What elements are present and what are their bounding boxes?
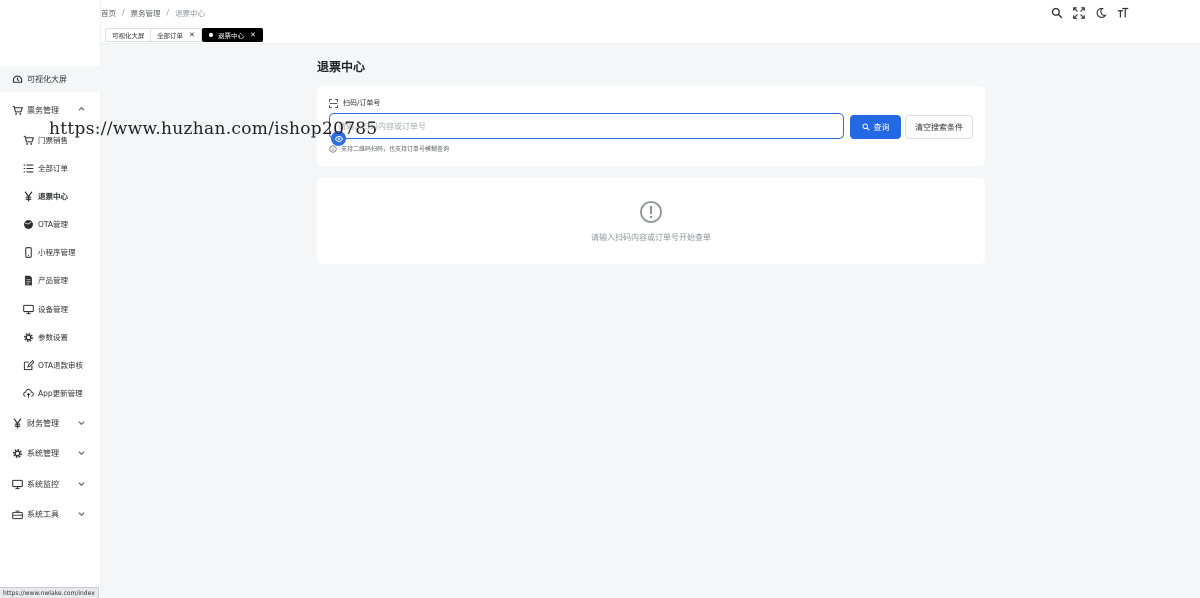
sidebar-item-label: 系统监控 (27, 479, 59, 489)
scan-icon (329, 98, 338, 108)
chevron-down-icon (78, 421, 85, 426)
tab-refund-center[interactable]: 退票中心 ✕ (202, 28, 263, 42)
search-hint: 支持二维码扫码，也支持订单号模糊查询 (329, 144, 449, 153)
sidebar-item-finance[interactable]: 财务管理 (0, 410, 101, 436)
sidebar-item-dashboard[interactable]: 可视化大屏 (0, 66, 101, 92)
active-dot-icon (209, 33, 213, 37)
tags-view: 可视化大屏 全部订单 ✕ 退票中心 ✕ (101, 26, 1200, 44)
chevron-down-icon (78, 512, 85, 517)
chevron-down-icon (78, 482, 85, 487)
breadcrumb-current: 退票中心 (175, 9, 206, 18)
font-size-icon[interactable] (1117, 7, 1129, 19)
top-navbar: 首页 / 票务管理 / 退票中心 (101, 0, 1200, 26)
sidebar-item-label: 产品管理 (38, 275, 68, 285)
tab-all-orders[interactable]: 全部订单 ✕ (150, 28, 202, 42)
sidebar-item-label: 设备管理 (38, 304, 68, 314)
warning-circle-icon (640, 201, 662, 223)
sidebar-item-products[interactable]: 产品管理 (0, 267, 101, 293)
close-icon[interactable]: ✕ (189, 31, 195, 39)
sidebar-item-label: 财务管理 (27, 418, 59, 428)
document-icon (22, 274, 34, 286)
tab-label: 全部订单 (157, 32, 183, 40)
edit-icon (22, 359, 34, 371)
sidebar-item-monitoring[interactable]: 系统监控 (0, 471, 101, 497)
sidebar-item-label: 系统管理 (27, 448, 59, 458)
sidebar-item-refund-center[interactable]: 退票中心 (0, 183, 101, 209)
sidebar-item-label: 可视化大屏 (27, 74, 67, 84)
yen-icon (11, 417, 23, 429)
sidebar-item-tools[interactable]: 系统工具 (0, 501, 101, 527)
tab-label: 可视化大屏 (112, 32, 145, 40)
sidebar-item-system[interactable]: 系统管理 (0, 440, 101, 466)
sidebar-item-label: OTA管理 (38, 219, 69, 229)
watermark-text: https://www.huzhan.com/ishop20785 (49, 119, 378, 139)
empty-state-text: 请输入扫码内容或订单号开始查单 (591, 233, 711, 242)
sidebar-item-label: 系统工具 (27, 509, 59, 519)
page-title: 退票中心 (317, 60, 366, 74)
list-icon (22, 162, 34, 174)
tab-label: 退票中心 (218, 32, 244, 40)
globe-icon (22, 218, 34, 230)
sidebar-item-ota[interactable]: OTA管理 (0, 211, 101, 237)
sidebar-item-miniprogram[interactable]: 小程序管理 (0, 239, 101, 265)
scan-order-input[interactable] (329, 113, 844, 139)
search-icon[interactable] (1051, 7, 1063, 19)
mobile-icon (22, 246, 34, 258)
toolbox-icon (11, 508, 23, 520)
breadcrumb-section[interactable]: 票务管理 (131, 8, 161, 19)
sidebar-item-parameters[interactable]: 参数设置 (0, 324, 101, 350)
sidebar-item-devices[interactable]: 设备管理 (0, 296, 101, 322)
sidebar-item-label: 票务管理 (27, 105, 59, 115)
yen-icon (22, 190, 34, 202)
empty-state-card: 请输入扫码内容或订单号开始查单 (317, 178, 985, 264)
clear-search-button[interactable]: 清空搜索条件 (905, 115, 973, 139)
search-icon (862, 123, 870, 131)
cloud-upload-icon (22, 387, 34, 399)
hint-text: 支持二维码扫码，也支持订单号模糊查询 (341, 146, 450, 153)
query-button-label: 查询 (873, 122, 890, 132)
scan-field-label: 扫码/订单号 (329, 98, 380, 108)
query-button[interactable]: 查询 (850, 115, 901, 139)
sidebar: 可视化大屏 票务管理 门票销售 全部订单 退票中心 OTA管理 小程序管理 产品… (0, 0, 101, 598)
gear-icon (22, 331, 34, 343)
info-icon (329, 144, 337, 153)
breadcrumb-separator: / (122, 8, 125, 17)
cart-icon (22, 134, 34, 146)
cart-icon (11, 104, 23, 116)
dark-mode-icon[interactable] (1095, 7, 1107, 19)
field-label-text: 扫码/订单号 (343, 99, 381, 107)
sidebar-item-label: 退票中心 (38, 191, 68, 201)
sidebar-item-label: 小程序管理 (38, 247, 76, 257)
gear-icon (11, 447, 23, 459)
sidebar-item-app-update[interactable]: App更新管理 (0, 380, 101, 406)
sidebar-item-label: 全部订单 (38, 163, 68, 173)
breadcrumb-separator: / (166, 8, 170, 17)
sidebar-item-label: App更新管理 (38, 388, 83, 398)
fullscreen-icon[interactable] (1073, 7, 1085, 19)
status-bar-url: https://www.nwlake.com/index (0, 587, 99, 598)
chevron-up-icon (78, 106, 85, 111)
sidebar-item-label: 参数设置 (38, 332, 68, 342)
chevron-down-icon (78, 451, 85, 456)
dashboard-icon (11, 73, 23, 85)
monitor-icon (11, 478, 23, 490)
monitor-icon (22, 303, 34, 315)
close-icon[interactable]: ✕ (250, 31, 256, 39)
search-card: 扫码/订单号 查询 清空搜索条件 支持二维码扫码，也支持订单号模糊查询 (317, 86, 985, 166)
tab-dashboard[interactable]: 可视化大屏 (105, 28, 152, 42)
breadcrumb: 首页 / 票务管理 / 退票中心 (101, 8, 205, 19)
sidebar-item-ota-refund-review[interactable]: OTA退款审核 (0, 352, 101, 378)
breadcrumb-home[interactable]: 首页 (101, 8, 116, 19)
sidebar-item-label: OTA退款审核 (38, 360, 84, 370)
sidebar-item-all-orders[interactable]: 全部订单 (0, 155, 101, 181)
